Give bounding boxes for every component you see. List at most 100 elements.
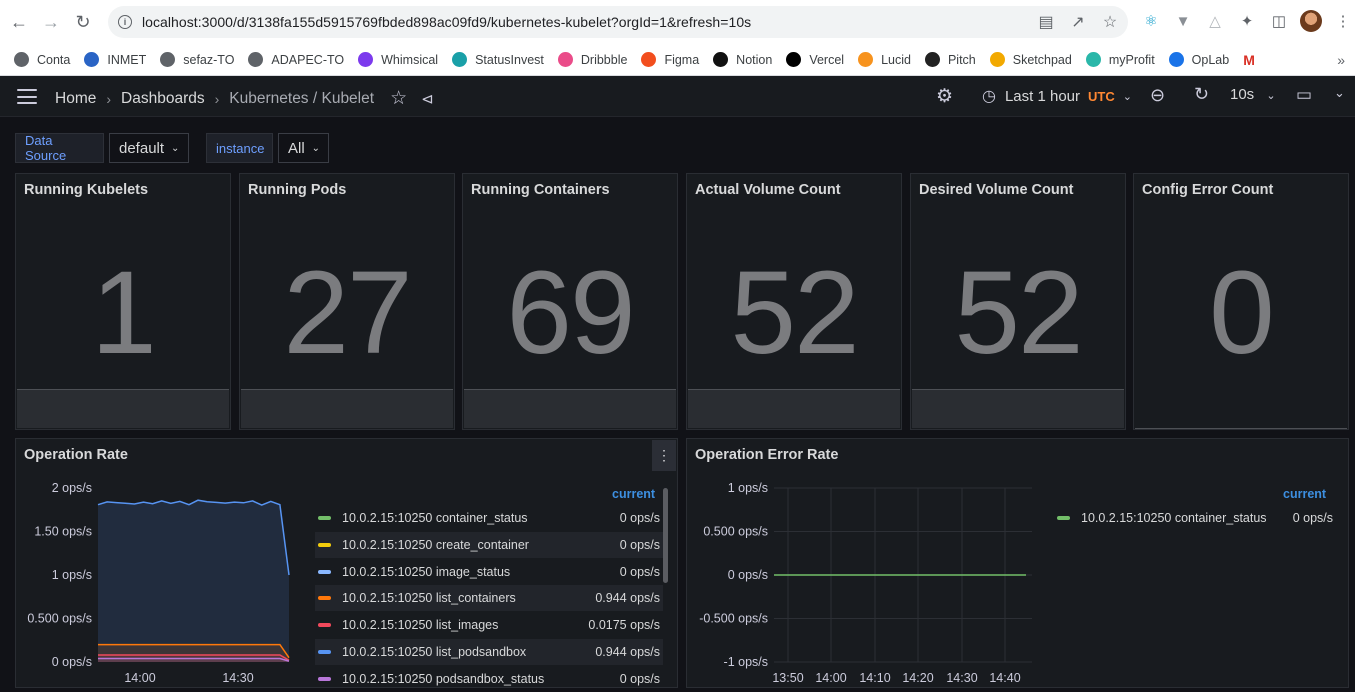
legend-header-current[interactable]: current	[1283, 487, 1326, 501]
bookmark-favicon-icon	[14, 52, 29, 67]
bookmark-conta[interactable]: Conta	[14, 52, 70, 67]
address-bar[interactable]: i localhost:3000/d/3138fa155d5915769fbde…	[108, 6, 1128, 38]
bookmark-oplab[interactable]: OpLab	[1168, 52, 1229, 67]
bookmark-vercel[interactable]: Vercel	[786, 52, 844, 67]
y-tick-label: -1 ops/s	[724, 655, 768, 669]
side-panel-icon[interactable]: ◫	[1268, 10, 1290, 32]
datasource-select[interactable]: default ⌄	[109, 133, 189, 163]
chevron-down-icon[interactable]: ⌄	[1334, 85, 1345, 101]
refresh-interval-picker[interactable]: 10s ⌄	[1230, 86, 1276, 103]
bookmark-label: ADAPEC-TO	[271, 52, 345, 67]
x-tick-label: 14:40	[989, 671, 1020, 685]
bookmark-pitch[interactable]: Pitch	[924, 52, 976, 67]
stat-panel-running-pods[interactable]: Running Pods 27	[239, 173, 455, 430]
stat-panel-running-containers[interactable]: Running Containers 69	[462, 173, 678, 430]
bookmark-sefaz-to[interactable]: sefaz-TO	[160, 52, 234, 67]
panel-title: Desired Volume Count	[919, 182, 1074, 198]
bookmark-sketchpad[interactable]: Sketchpad	[989, 52, 1072, 67]
bookmark-lucid[interactable]: Lucid	[858, 52, 911, 67]
legend-item[interactable]: 10.0.2.15:10250 list_containers 0.944 ops…	[315, 585, 663, 612]
bookmark-dribbble[interactable]: Dribbble	[557, 52, 627, 67]
bookmark-favicon-icon	[248, 52, 264, 67]
refresh-icon[interactable]: ↻	[1194, 84, 1209, 105]
bookmark-label: sefaz-TO	[183, 52, 235, 67]
translate-icon[interactable]: ▤	[1036, 12, 1056, 32]
stat-panel-desired-volume-count[interactable]: Desired Volume Count 52	[910, 173, 1126, 430]
extensions-icon[interactable]: ✦	[1236, 10, 1258, 32]
x-tick-label: 14:30	[946, 671, 977, 685]
panel-title: Operation Error Rate	[695, 447, 839, 463]
breadcrumb-current: Kubernetes / Kubelet	[229, 89, 375, 107]
browser-menu-icon[interactable]: ⋮	[1332, 10, 1354, 32]
legend-current-value: 0.944 ops/s	[595, 591, 660, 606]
legend-item[interactable]: 10.0.2.15:10250 create_container 0 ops/s	[315, 531, 663, 558]
operation-rate-chart[interactable]: 2 ops/s 1.50 ops/s 1 ops/s 0.500 ops/s 0 ops…	[15, 470, 305, 685]
y-tick-label: 0.500 ops/s	[27, 612, 92, 626]
share-dashboard-icon[interactable]: ⊲	[421, 90, 434, 108]
legend-item[interactable]: 10.0.2.15:10250 list_images 0.0175 ops/s	[315, 612, 663, 638]
zoom-out-icon[interactable]: ⊖	[1150, 85, 1165, 106]
bookmark-whimsical[interactable]: Whimsical	[358, 52, 438, 67]
bookmark-star-icon[interactable]: ☆	[1100, 12, 1120, 32]
bookmark-statusinvest[interactable]: StatusInvest	[452, 52, 544, 67]
site-info-icon[interactable]: i	[118, 15, 132, 29]
bookmark-favicon-icon	[452, 52, 468, 67]
reload-icon[interactable]: ↻	[70, 9, 96, 35]
star-icon[interactable]: ☆	[390, 87, 407, 110]
panel-title: Running Containers	[471, 182, 610, 198]
bookmark-inmet[interactable]: INMET	[84, 52, 146, 67]
legend-item[interactable]: 10.0.2.15:10250 container_status 0 ops/s	[1054, 505, 1336, 531]
legend-scrollbar[interactable]	[663, 488, 668, 583]
forward-icon[interactable]: →	[38, 9, 64, 35]
timezone-label: UTC	[1088, 88, 1115, 104]
bookmark-label: Vercel	[809, 52, 845, 67]
tv-mode-icon[interactable]: ▭	[1296, 85, 1312, 105]
bookmark-favicon-icon	[557, 52, 573, 67]
y-tick-label: 0 ops/s	[728, 568, 768, 582]
stat-panel-running-kubelets[interactable]: Running Kubelets 1	[15, 173, 231, 430]
profile-avatar[interactable]	[1300, 10, 1322, 32]
stat-panel-config-error-count[interactable]: Config Error Count 0	[1133, 173, 1349, 430]
time-range-picker[interactable]: ◷ Last 1 hour UTC ⌄	[982, 86, 1132, 106]
bookmark-favicon-icon	[858, 52, 874, 67]
legend-item[interactable]: 10.0.2.15:10250 container_status 0 ops/s	[315, 505, 663, 531]
panel-menu-icon[interactable]: ⋮	[652, 440, 676, 471]
x-tick-label: 14:20	[902, 671, 933, 685]
menu-icon[interactable]	[17, 89, 37, 104]
y-tick-label: 1.50 ops/s	[34, 525, 92, 539]
legend-item[interactable]: 10.0.2.15:10250 image_status 0 ops/s	[315, 559, 663, 585]
settings-gear-icon[interactable]: ⚙	[936, 85, 953, 108]
instance-select[interactable]: All ⌄	[278, 133, 329, 163]
series-color-swatch	[318, 516, 331, 520]
series-color-swatch	[1057, 516, 1070, 520]
bookmark-favicon-icon	[160, 52, 176, 67]
legend-item[interactable]: 10.0.2.15:10250 list_podsandbox 0.944 ops…	[315, 639, 663, 665]
operation-error-rate-chart[interactable]: 1 ops/s 0.500 ops/s 0 ops/s -0.500 ops/s -1 …	[686, 470, 1046, 685]
bookmark-label: Notion	[736, 52, 773, 67]
clock-icon: ◷	[982, 88, 996, 105]
legend-series-name: 10.0.2.15:10250 create_container	[342, 537, 529, 552]
bookmark-label: Figma	[664, 52, 700, 67]
vue-devtools-icon[interactable]: ▼	[1172, 10, 1194, 32]
breadcrumb-home[interactable]: Home	[55, 90, 96, 108]
breadcrumb-dashboards[interactable]: Dashboards	[121, 90, 205, 108]
x-tick-label: 14:00	[124, 671, 155, 685]
angular-devtools-icon[interactable]: △	[1204, 10, 1226, 32]
bookmark-favicon-icon	[989, 52, 1005, 67]
react-devtools-icon[interactable]: ⚛	[1140, 10, 1162, 32]
bookmark-notion[interactable]: Notion	[713, 52, 772, 67]
share-icon[interactable]: ↗	[1068, 12, 1088, 32]
stat-panel-actual-volume-count[interactable]: Actual Volume Count 52	[686, 173, 902, 430]
bookmark-favicon-icon	[1085, 52, 1101, 67]
stat-value: 27	[283, 247, 412, 379]
more-bookmarks-icon[interactable]: »	[1337, 52, 1345, 68]
bookmark-figma[interactable]: Figma	[641, 52, 699, 67]
back-icon[interactable]: ←	[6, 9, 32, 35]
gmail-icon[interactable]: M	[1243, 52, 1255, 68]
panel-title: Config Error Count	[1142, 182, 1274, 198]
url-text[interactable]: localhost:3000/d/3138fa155d5915769fbded8…	[142, 14, 751, 30]
legend-item[interactable]: 10.0.2.15:10250 podsandbox_status 0 ops/s	[315, 666, 663, 692]
legend-header-current[interactable]: current	[612, 487, 655, 501]
bookmark-myprofit[interactable]: myProfit	[1085, 52, 1155, 67]
bookmark-adapec-to[interactable]: ADAPEC-TO	[248, 52, 344, 67]
